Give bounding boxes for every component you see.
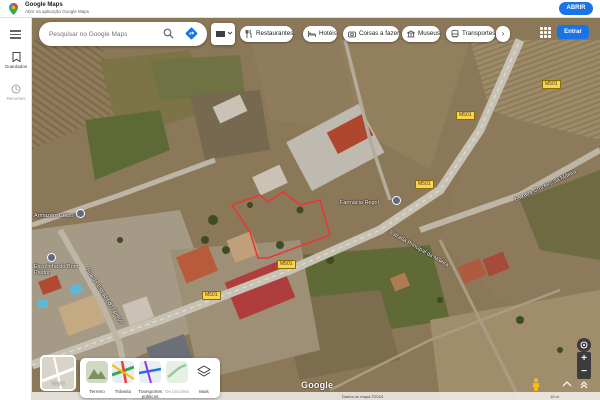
layer-bike[interactable]: De bicicleta xyxy=(165,361,189,394)
road-shield: M501 xyxy=(415,180,434,189)
layer-options-panel: Terreno Trânsito Transportes públicos De… xyxy=(80,358,220,399)
signin-button[interactable]: Entrar xyxy=(557,25,589,39)
road-shield: M501 xyxy=(202,291,221,300)
road-shield: M501 xyxy=(542,80,561,89)
chip-label: Restaurantes xyxy=(256,30,294,37)
chip-label: Hotéis xyxy=(319,30,337,37)
layer-transit[interactable]: Transportes públicos xyxy=(138,360,163,399)
chip-hotels[interactable]: Hotéis xyxy=(303,26,337,42)
copyright-text[interactable]: Dados do mapa ©2024 xyxy=(342,394,383,399)
chip-label: Museus xyxy=(418,30,441,37)
saved-button[interactable]: Guardados xyxy=(0,52,32,69)
layer-label: De bicicleta xyxy=(165,389,189,394)
recent-button[interactable]: Recentes xyxy=(0,84,32,101)
maps-pin-icon xyxy=(9,3,18,15)
camera-icon xyxy=(348,31,356,38)
restaurant-icon xyxy=(245,30,252,38)
layer-label: Transportes públicos xyxy=(138,389,163,399)
google-logo: Google xyxy=(301,380,334,390)
grid-view-icon xyxy=(216,31,233,37)
road-shield: M501 xyxy=(277,260,296,269)
layer-more[interactable]: Mais xyxy=(192,361,216,394)
chip-label: Transportes xyxy=(462,30,496,37)
chip-things-to-do[interactable]: Coisas a fazer xyxy=(343,26,400,42)
transit-icon xyxy=(451,30,459,38)
chip-label: Coisas a fazer xyxy=(359,30,400,37)
layer-label: Trânsito xyxy=(114,389,132,394)
satellite-imagery xyxy=(32,18,600,400)
museum-icon xyxy=(407,30,415,38)
school-pin-icon[interactable] xyxy=(47,253,56,262)
view-toggle-button[interactable] xyxy=(211,23,235,45)
map-canvas[interactable]: Armazém Ceipo Escolinha do Bom Pastor Fa… xyxy=(32,18,600,400)
app-banner: Google Maps Abrir na aplicação Google Ma… xyxy=(0,0,600,18)
road-shield: M501 xyxy=(456,111,475,120)
bookmark-icon xyxy=(12,52,20,62)
scale-label[interactable]: 10 m xyxy=(550,394,559,399)
open-app-button[interactable]: ABRIR xyxy=(559,2,593,15)
transit-layer-icon xyxy=(138,360,162,384)
place-label[interactable]: Farmácia Regol xyxy=(340,200,379,206)
layer-terrain[interactable]: Terreno xyxy=(85,361,109,394)
search-icon[interactable] xyxy=(163,28,174,39)
chip-restaurants[interactable]: Restaurantes xyxy=(240,26,294,42)
hotel-icon xyxy=(308,31,316,37)
banner-subtitle: Abrir na aplicação Google Maps xyxy=(25,9,90,14)
place-label[interactable]: Armazém Ceipo xyxy=(34,213,73,219)
history-icon xyxy=(11,84,21,94)
side-rail: Guardados Recentes xyxy=(0,18,32,400)
terrain-icon xyxy=(86,361,108,383)
zoom-in-button[interactable]: + xyxy=(577,352,591,366)
layer-label: Mais xyxy=(199,389,209,394)
pharmacy-pin-icon[interactable] xyxy=(392,196,401,205)
expand-icon[interactable] xyxy=(577,377,591,391)
search-input[interactable] xyxy=(49,27,159,41)
compass-icon xyxy=(580,341,588,349)
place-label[interactable]: Escolinha do Bom Pastor xyxy=(34,264,79,276)
fullscreen-icon[interactable] xyxy=(560,377,574,391)
saved-label: Guardados xyxy=(4,64,28,69)
chip-museums[interactable]: Museus xyxy=(402,26,441,42)
menu-icon[interactable] xyxy=(10,30,21,39)
bike-icon xyxy=(166,361,188,383)
layer-traffic[interactable]: Trânsito xyxy=(111,360,135,394)
layers-icon xyxy=(193,361,215,383)
map-type-button[interactable]: Mapa xyxy=(40,355,76,391)
recent-label: Recentes xyxy=(6,96,26,101)
search-box xyxy=(39,22,207,46)
traffic-icon xyxy=(111,360,135,384)
shop-pin-icon[interactable] xyxy=(76,209,85,218)
apps-grid-icon[interactable] xyxy=(540,27,551,38)
compass-button[interactable] xyxy=(577,338,591,352)
pegman-icon[interactable] xyxy=(531,378,541,391)
chips-next-button[interactable]: › xyxy=(496,26,510,42)
layer-label: Terreno xyxy=(89,389,105,394)
chip-transit[interactable]: Transportes xyxy=(446,26,496,42)
map-type-label: Mapa xyxy=(51,381,65,387)
directions-icon[interactable] xyxy=(185,27,198,40)
banner-title: Google Maps xyxy=(25,2,63,8)
